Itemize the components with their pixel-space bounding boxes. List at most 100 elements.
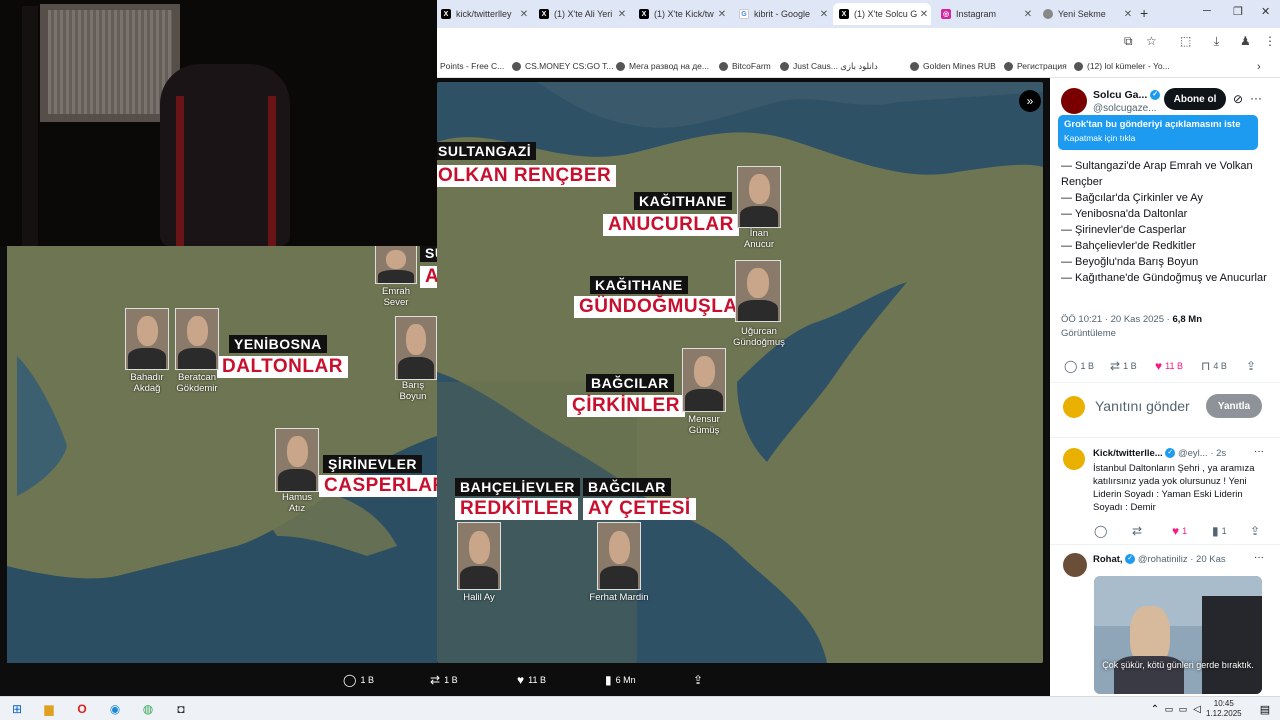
reply-text: İstanbul Daltonların Şehri , ya aramıza … xyxy=(1093,463,1255,513)
like-button[interactable]: ♥ 11 B xyxy=(517,673,546,687)
grok-icon[interactable]: ⊘ xyxy=(1233,92,1243,106)
bookmark-item[interactable]: (12) lol kümeler - Yo... xyxy=(1074,61,1170,71)
bookmark-item[interactable]: BitcoFarm xyxy=(719,61,771,71)
author-avatar[interactable] xyxy=(1061,88,1087,114)
edge-icon[interactable]: ◉ xyxy=(106,700,124,718)
reply-icon: ◯ xyxy=(1064,359,1078,373)
reply-video-thumbnail[interactable]: Çok şükür, kötü günleri gerde bıraktık. xyxy=(1094,576,1262,694)
post-reply-button[interactable]: ◯ 1 B xyxy=(1064,359,1094,373)
menu-icon[interactable]: ⋮ xyxy=(1264,34,1276,48)
bookmark-icon xyxy=(1074,61,1083,71)
map-label-district: YENİBOSNA xyxy=(229,335,327,353)
share-button[interactable]: ⇪ xyxy=(693,673,707,687)
close-window-icon[interactable]: ✕ xyxy=(1261,5,1270,18)
expand-panel-button[interactable]: » xyxy=(1019,90,1041,112)
post-repost-button[interactable]: ⇄ 1 B xyxy=(1110,359,1137,373)
reply-author-avatar[interactable] xyxy=(1063,448,1085,470)
heart-icon: ♥ xyxy=(1172,524,1180,538)
bookmark-icon xyxy=(910,61,919,71)
reply-like-button[interactable]: ♥ 1 xyxy=(1172,524,1187,538)
post-bookmark-button[interactable]: ⊓ 4 B xyxy=(1201,359,1227,373)
reply-reply-button[interactable]: ◯ xyxy=(1094,524,1110,538)
windows-start-icon[interactable]: ⊞ xyxy=(8,700,26,718)
bookmark-icon xyxy=(512,61,521,71)
reply-submit-button[interactable]: Yanıtla xyxy=(1206,394,1262,418)
more-options-icon[interactable]: ··· xyxy=(1254,552,1264,563)
restore-icon[interactable]: ❐ xyxy=(1233,5,1243,18)
bookmark-item[interactable]: CS.MONEY CS:GO T... xyxy=(512,61,613,71)
tab-1[interactable]: Xkick/twitterlley ✕ xyxy=(435,3,531,25)
tab-2[interactable]: X (1) X'te Ali Yeri ✕ xyxy=(533,3,629,25)
tab-4[interactable]: Gkibrit - Google ✕ xyxy=(733,3,831,25)
close-icon[interactable]: ✕ xyxy=(917,9,931,20)
share-icon: ⇪ xyxy=(1246,359,1257,373)
bookmark-icon: ⊓ xyxy=(1201,359,1211,373)
notifications-icon[interactable]: ▤ xyxy=(1256,700,1274,718)
grok-tooltip[interactable]: Grok'tan bu gönderiyi açıklamasını iste … xyxy=(1058,115,1258,150)
bookmark-item[interactable]: Just Caus... دانلود بازی xyxy=(780,61,878,72)
post-like-button[interactable]: ♥ 11 B xyxy=(1155,359,1183,373)
repost-icon: ⇄ xyxy=(1132,524,1143,538)
close-icon[interactable]: ✕ xyxy=(1121,9,1135,20)
reply-header: Kick/twitterlle... ✓ @eyl... · 2s xyxy=(1093,448,1227,459)
profile-icon[interactable]: ♟ xyxy=(1240,34,1251,48)
opera-icon[interactable]: O xyxy=(73,700,91,718)
x-logo-icon: X xyxy=(539,9,549,19)
reply-input[interactable]: Yanıtını gönder xyxy=(1095,398,1190,414)
repost-icon: ⇄ xyxy=(430,673,441,687)
bookmark-icon xyxy=(780,62,789,71)
map-label-district: ŞİRİNEVLER xyxy=(323,455,423,473)
close-icon[interactable]: ✕ xyxy=(1021,9,1035,20)
follow-button[interactable]: Abone ol xyxy=(1164,88,1226,110)
close-icon[interactable]: ✕ xyxy=(817,9,831,20)
tab-3[interactable]: X (1) X'te Kick/tw ✕ xyxy=(633,3,729,25)
tab-7[interactable]: Yeni Sekme ✕ xyxy=(1037,3,1135,25)
file-explorer-icon[interactable]: ▆ xyxy=(40,700,58,718)
map-label-district: KAĞITHANE xyxy=(634,192,732,210)
tab-6[interactable]: ◎ Instagram ✕ xyxy=(935,3,1035,25)
close-icon[interactable]: ✕ xyxy=(615,9,629,20)
heart-icon: ♥ xyxy=(517,673,525,687)
system-clock[interactable]: 10:45 1.12.2025 xyxy=(1206,699,1242,719)
more-options-icon[interactable]: ··· xyxy=(1250,91,1262,105)
close-icon[interactable]: ✕ xyxy=(517,9,531,20)
new-tab-button[interactable]: + xyxy=(1140,5,1148,21)
bookmark-item[interactable]: Golden Mines RUB xyxy=(910,61,996,71)
chrome-icon xyxy=(1043,9,1053,19)
person-name: Uğurcan Gündoğmuş xyxy=(733,326,785,348)
bookmark-item[interactable]: Регистрация xyxy=(1004,61,1067,71)
person-photo xyxy=(682,348,726,412)
verified-badge-icon: ✓ xyxy=(1165,448,1176,459)
map-label-gang: ANUCURLAR xyxy=(603,214,739,236)
repost-button[interactable]: ⇄ 1 B xyxy=(430,673,458,687)
verified-badge-icon: ✓ xyxy=(1125,554,1136,565)
bookmarks-overflow-icon[interactable]: › xyxy=(1257,61,1261,73)
app-icon[interactable]: ◘ xyxy=(172,700,190,718)
reply-author-avatar[interactable] xyxy=(1063,553,1087,577)
tab-5-active[interactable]: X (1) X'te Solcu G ✕ xyxy=(833,3,931,25)
bookmark-icon xyxy=(719,61,728,71)
reply-button[interactable]: ◯ 1 B xyxy=(343,673,374,687)
reply-share-button[interactable]: ⇪ xyxy=(1250,524,1263,538)
minimize-icon[interactable]: ─ xyxy=(1203,5,1211,17)
extensions-icon[interactable]: ⬚ xyxy=(1180,34,1191,48)
close-icon[interactable]: ✕ xyxy=(715,9,729,20)
bookmark-star-icon[interactable]: ☆ xyxy=(1146,34,1157,48)
views-button[interactable]: ▮ 6 Mn xyxy=(605,673,636,687)
volume-icon[interactable]: ◁ xyxy=(1188,700,1206,718)
more-options-icon[interactable]: ··· xyxy=(1254,446,1264,457)
grok-tooltip-subtitle: Kapatmak için tıkla xyxy=(1064,133,1136,143)
install-app-icon[interactable]: ⧉ xyxy=(1124,34,1133,49)
map-image-right[interactable]: SULTANGAZİ OLKAN RENÇBER KAĞITHANE ANUCU… xyxy=(437,82,1043,663)
chrome-icon[interactable]: ◍ xyxy=(139,700,157,718)
reply-repost-button[interactable]: ⇄ xyxy=(1132,524,1145,538)
bookmark-item[interactable]: Points - Free C... xyxy=(440,61,504,71)
download-icon[interactable]: ⤓ xyxy=(1214,34,1219,49)
author-name[interactable]: Solcu Ga... ✓ xyxy=(1093,89,1161,101)
bookmark-icon xyxy=(1004,61,1013,71)
bookmark-item[interactable]: Мега развод на де... xyxy=(616,61,709,71)
reply-header: Rohat, ✓ @rohatiniliz · 20 Kas xyxy=(1093,554,1226,565)
views-chart-icon: ▮ xyxy=(1212,524,1219,538)
post-share-button[interactable]: ⇪ xyxy=(1246,359,1259,373)
reply-views-button[interactable]: ▮ 1 xyxy=(1212,524,1227,538)
